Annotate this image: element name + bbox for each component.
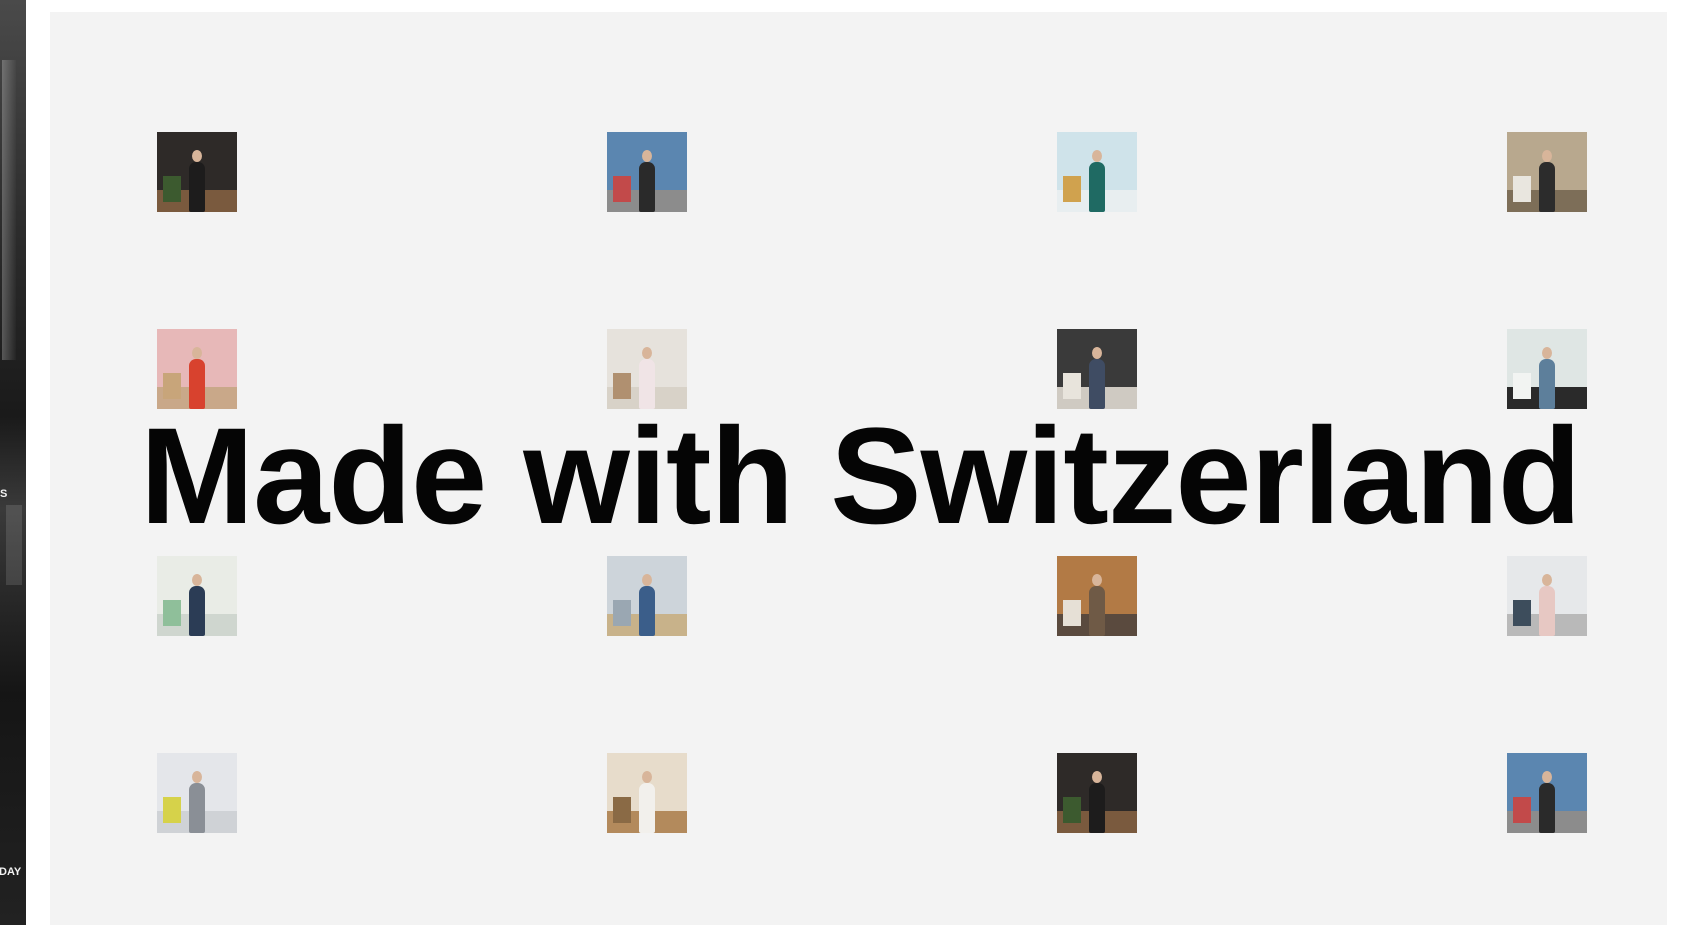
thumbnail-person-head: [192, 771, 202, 783]
thumbnail-person-head: [1092, 771, 1102, 783]
thumbnail-person-head: [1092, 574, 1102, 586]
portrait-thumbnail[interactable]: [1507, 753, 1587, 833]
thumbnail-prop: [613, 600, 631, 626]
portrait-thumbnail[interactable]: [1507, 329, 1587, 409]
thumbnail-prop: [613, 373, 631, 399]
thumbnail-person: [1089, 783, 1105, 833]
portrait-thumbnail[interactable]: [1507, 132, 1587, 212]
background-image-strip: S DAY: [0, 0, 26, 925]
thumbnail-person: [189, 586, 205, 636]
portrait-thumbnail[interactable]: [607, 132, 687, 212]
portrait-thumbnail[interactable]: [1057, 753, 1137, 833]
portrait-thumbnail[interactable]: [1507, 556, 1587, 636]
thumbnail-person-head: [192, 150, 202, 162]
thumbnail-prop: [613, 176, 631, 202]
thumbnail-prop: [1513, 373, 1531, 399]
thumbnail-person: [1539, 162, 1555, 212]
strip-highlight: [2, 60, 16, 360]
thumbnail-person: [189, 783, 205, 833]
portrait-thumbnail[interactable]: [1057, 556, 1137, 636]
thumbnail-prop: [1063, 600, 1081, 626]
thumbnail-person: [1539, 586, 1555, 636]
thumbnail-person-head: [1542, 574, 1552, 586]
gallery-panel: Made with Switzerland: [50, 12, 1667, 925]
portrait-thumbnail[interactable]: [157, 132, 237, 212]
thumbnail-person-head: [192, 574, 202, 586]
thumbnail-person-head: [1092, 347, 1102, 359]
thumbnail-prop: [1513, 600, 1531, 626]
thumbnail-person: [1089, 586, 1105, 636]
thumbnail-person-head: [1542, 347, 1552, 359]
portrait-thumbnail[interactable]: [1057, 329, 1137, 409]
thumbnail-person: [639, 586, 655, 636]
thumbnail-prop: [613, 797, 631, 823]
thumbnail-prop: [163, 176, 181, 202]
thumbnail-prop: [1063, 373, 1081, 399]
portrait-thumbnail[interactable]: [607, 329, 687, 409]
thumbnail-person: [639, 783, 655, 833]
hero-title: Made with Switzerland: [140, 400, 1582, 553]
portrait-thumbnail[interactable]: [157, 329, 237, 409]
strip-highlight: [6, 505, 22, 585]
portrait-thumbnail[interactable]: [157, 753, 237, 833]
thumbnail-prop: [163, 373, 181, 399]
thumbnail-prop: [163, 797, 181, 823]
thumbnail-person-head: [1542, 150, 1552, 162]
thumbnail-person: [1089, 162, 1105, 212]
thumbnail-person: [189, 162, 205, 212]
portrait-thumbnail[interactable]: [1057, 132, 1137, 212]
thumbnail-person-head: [1542, 771, 1552, 783]
thumbnail-prop: [1513, 176, 1531, 202]
portrait-thumbnail[interactable]: [607, 753, 687, 833]
thumbnail-person-head: [642, 150, 652, 162]
thumbnail-person-head: [192, 347, 202, 359]
thumbnail-prop: [1513, 797, 1531, 823]
portrait-thumbnail[interactable]: [607, 556, 687, 636]
thumbnail-person-head: [642, 574, 652, 586]
portrait-thumbnail[interactable]: [157, 556, 237, 636]
thumbnail-person: [639, 162, 655, 212]
strip-text-fragment: S: [0, 488, 8, 500]
thumbnail-person-head: [642, 771, 652, 783]
thumbnail-person-head: [1092, 150, 1102, 162]
thumbnail-person: [1539, 783, 1555, 833]
thumbnail-prop: [1063, 797, 1081, 823]
strip-text-fragment: DAY: [0, 866, 22, 878]
thumbnail-person-head: [642, 347, 652, 359]
thumbnail-prop: [1063, 176, 1081, 202]
thumbnail-prop: [163, 600, 181, 626]
